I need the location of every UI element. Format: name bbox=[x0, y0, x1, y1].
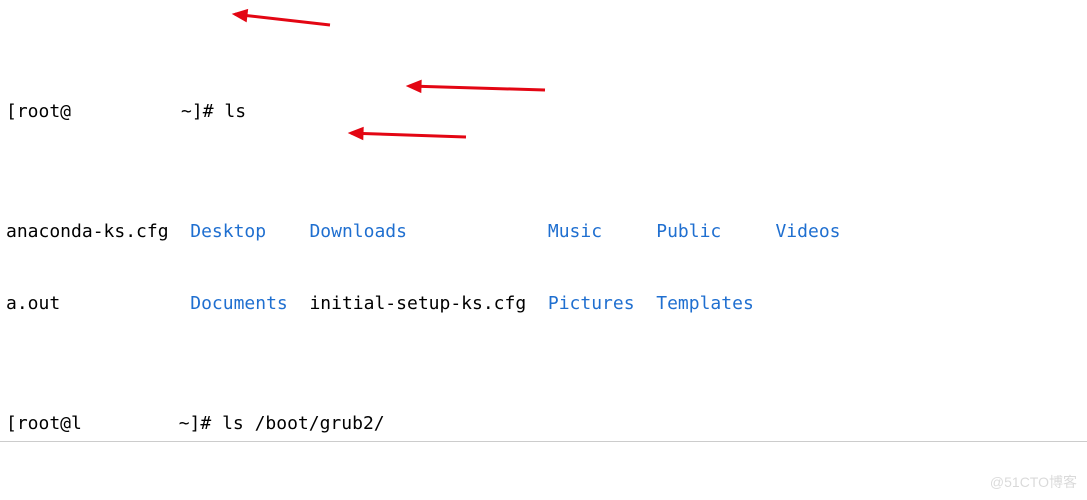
command-ls-grub2: ls /boot/grub2/ bbox=[222, 413, 385, 434]
watermark-text: @51CTO博客 bbox=[990, 470, 1077, 494]
hostname-redacted bbox=[71, 103, 181, 123]
ls-entry: Videos bbox=[775, 221, 840, 242]
ls-entry: Public bbox=[656, 221, 775, 242]
ls-entry: Pictures bbox=[548, 293, 656, 314]
ls-entry: Templates bbox=[656, 293, 754, 314]
prompt-line-2: [root@l ~]# ls /boot/grub2/ bbox=[6, 412, 1081, 436]
prompt-path: ~ bbox=[168, 413, 190, 434]
ls-home-row-2: a.out Documents initial-setup-ks.cfg Pic… bbox=[6, 292, 1081, 316]
prompt-open: [root@ bbox=[6, 101, 71, 122]
ls-entry: Desktop bbox=[190, 221, 309, 242]
ls-entry: anaconda-ks.cfg bbox=[6, 221, 190, 242]
ls-home-row-1: anaconda-ks.cfg Desktop Downloads Music … bbox=[6, 220, 1081, 244]
prompt-close: ]# bbox=[192, 101, 225, 122]
ls-entry: a.out bbox=[6, 293, 190, 314]
command-ls: ls bbox=[224, 101, 246, 122]
prompt-path: ~ bbox=[181, 101, 192, 122]
prompt-open: [root@l bbox=[6, 413, 82, 434]
terminal-output: [root@ ~]# ls anaconda-ks.cfg Desktop Do… bbox=[0, 0, 1087, 500]
ls-entry: Downloads bbox=[309, 221, 547, 242]
ls-entry: initial-setup-ks.cfg bbox=[309, 293, 547, 314]
ls-entry: Music bbox=[548, 221, 656, 242]
ls-entry: Documents bbox=[190, 293, 309, 314]
divider-line bbox=[0, 441, 1087, 442]
hostname-redacted bbox=[82, 415, 168, 435]
prompt-close: ]# bbox=[190, 413, 223, 434]
prompt-line-1: [root@ ~]# ls bbox=[6, 100, 1081, 124]
